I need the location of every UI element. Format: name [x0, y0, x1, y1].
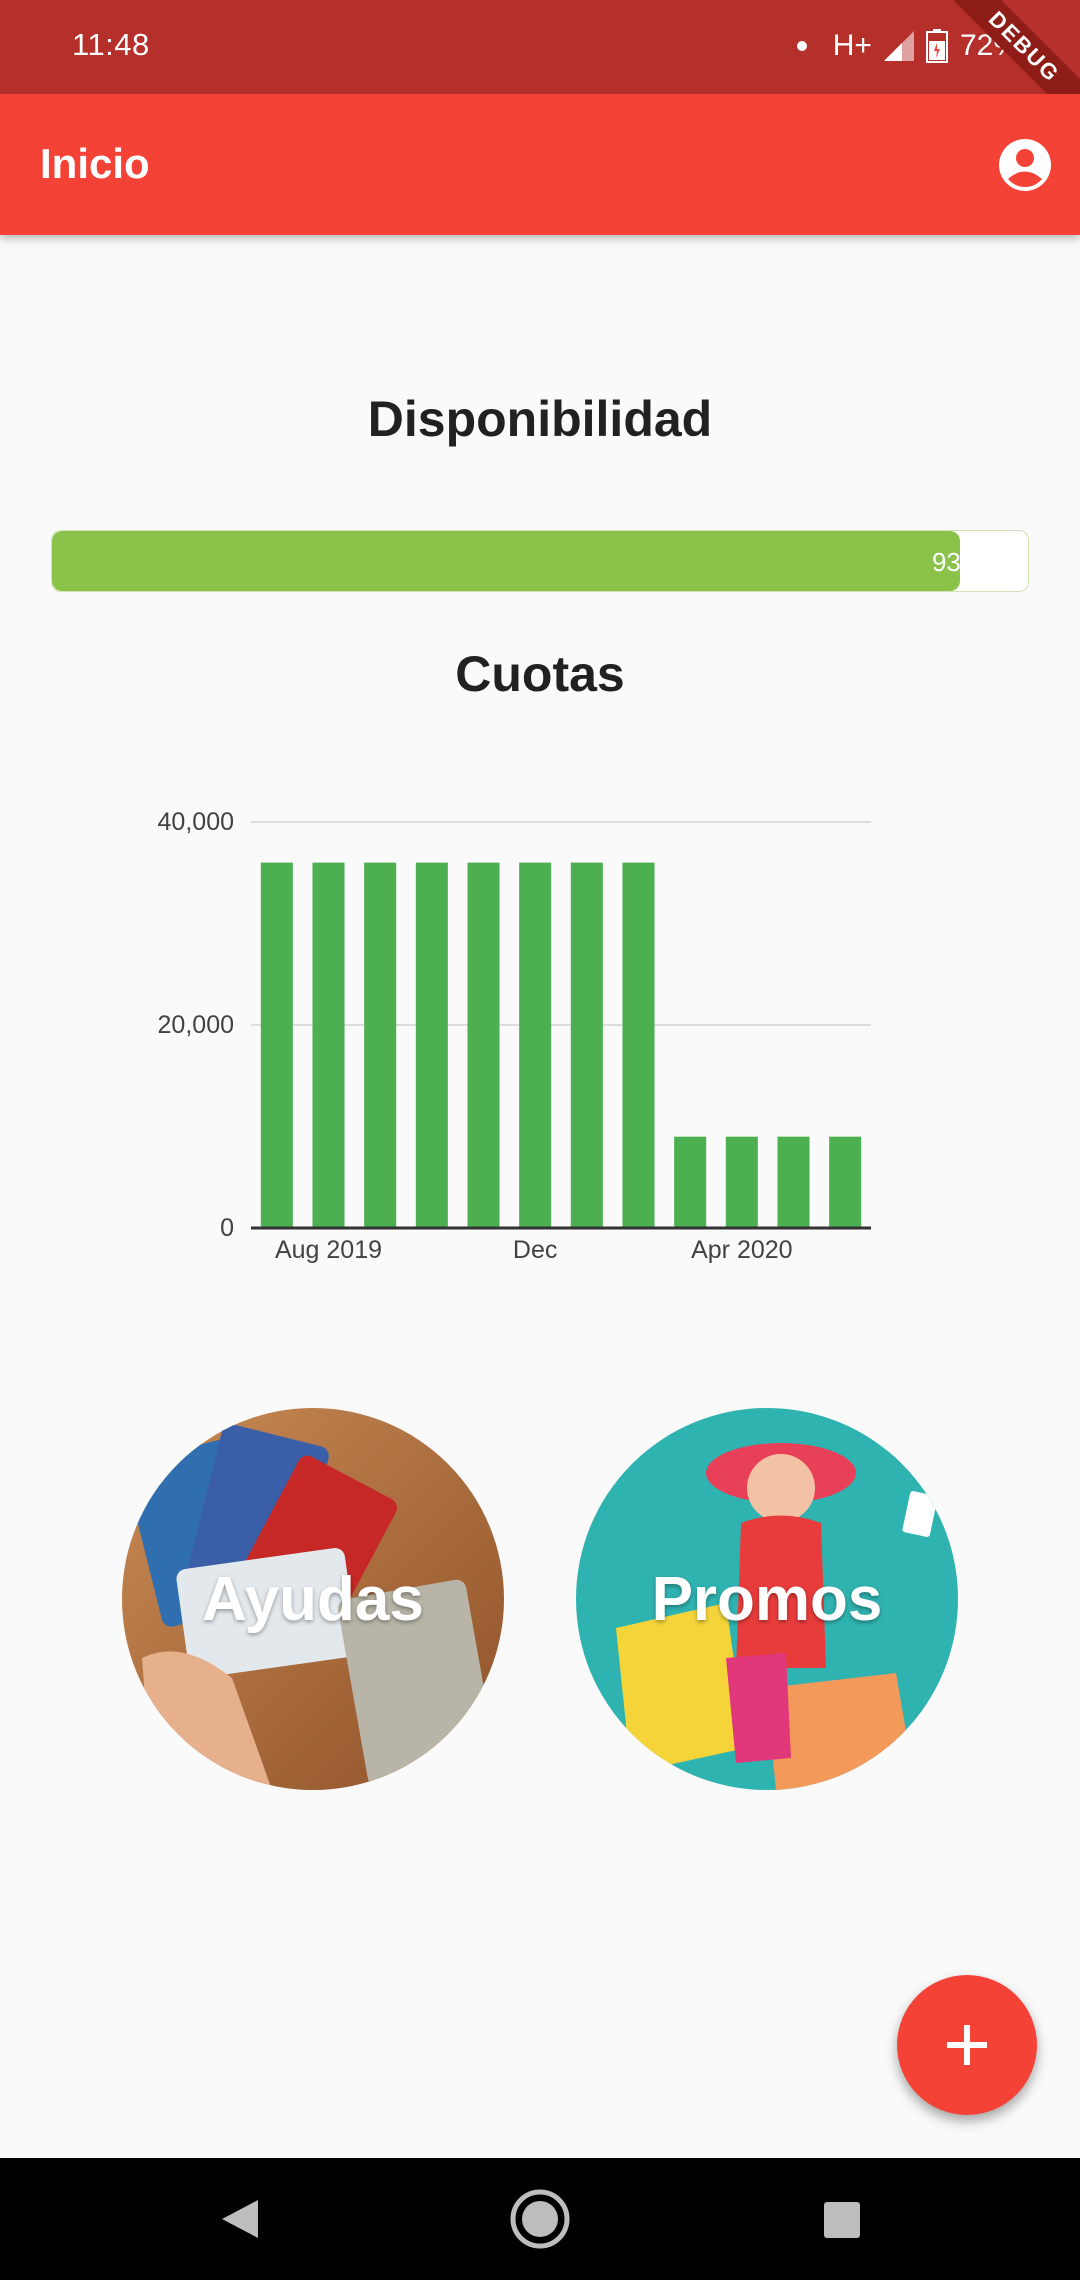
y-tick-label: 40,000	[158, 808, 234, 836]
recents-square-icon[interactable]	[806, 2184, 876, 2254]
battery-icon	[925, 29, 948, 63]
signal-icon	[883, 31, 914, 61]
account-circle-icon[interactable]	[998, 138, 1052, 192]
chart-bar	[570, 862, 603, 1228]
availability-progress-fill	[52, 531, 960, 591]
chart-bar	[725, 1136, 758, 1228]
notification-dot-icon	[796, 41, 807, 51]
chart-bar	[622, 862, 655, 1228]
page-title: Inicio	[40, 140, 150, 187]
ayudas-card[interactable]: Ayudas	[122, 1408, 504, 1790]
x-tick-label: Dec	[513, 1236, 557, 1264]
x-tick-label: Apr 2020	[691, 1236, 792, 1264]
ayudas-label: Ayudas	[202, 1564, 424, 1634]
add-fab-button[interactable]	[897, 1975, 1037, 2115]
status-bar: 11:48 H+ 72% DEBUG	[0, 0, 1080, 94]
x-tick-label: Aug 2019	[275, 1236, 382, 1264]
installments-bar-chart: 0 20,000 40,000 Aug 2019 Dec Apr 2020	[158, 808, 871, 1264]
back-triangle-icon[interactable]	[204, 2184, 274, 2254]
installments-title: Cuotas	[455, 646, 625, 702]
chart-bar	[312, 862, 345, 1228]
availability-percent-label: 93%	[931, 547, 984, 577]
promos-card[interactable]: Promos	[576, 1408, 958, 1790]
app-bar: Inicio	[0, 94, 1080, 235]
chart-bar	[364, 862, 397, 1228]
plus-icon	[947, 2025, 987, 2065]
promos-label: Promos	[651, 1564, 883, 1634]
system-nav-bar	[0, 2158, 1080, 2280]
availability-title: Disponibilidad	[367, 391, 713, 447]
chart-bar	[777, 1136, 810, 1228]
home-circle-icon[interactable]	[505, 2184, 575, 2254]
chart-bar	[829, 1136, 862, 1228]
chart-bar	[467, 862, 500, 1228]
status-time: 11:48	[72, 27, 150, 62]
chart-bar	[519, 862, 552, 1228]
network-type: H+	[832, 29, 872, 62]
availability-progress-bar: 93%	[51, 530, 1029, 592]
chart-bar	[674, 1136, 707, 1228]
y-tick-label: 20,000	[158, 1011, 234, 1039]
chart-bar	[260, 862, 293, 1228]
chart-bar	[415, 862, 448, 1228]
y-tick-label: 0	[220, 1214, 234, 1242]
